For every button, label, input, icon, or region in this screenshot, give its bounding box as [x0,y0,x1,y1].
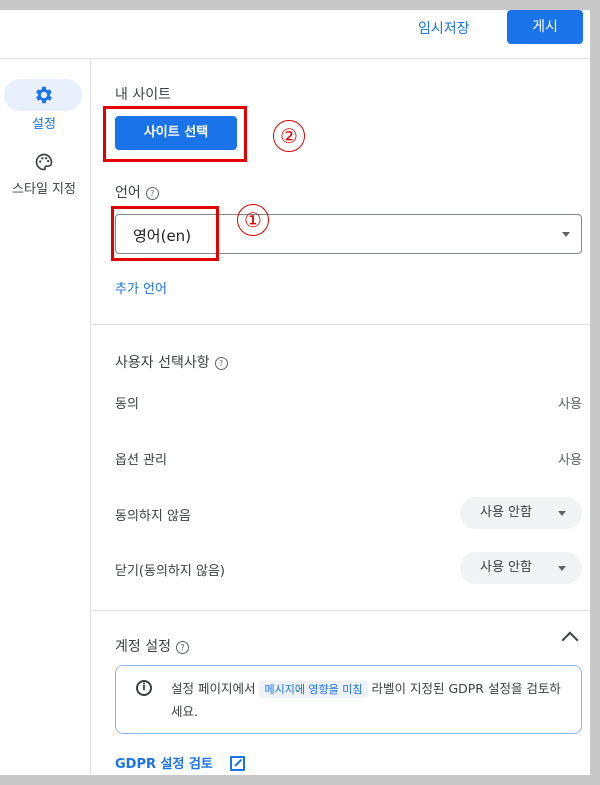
affects-messages-tag: 메시지에 영향을 미침 [259,681,368,698]
highlight-box-language [111,206,219,261]
account-settings-heading: 계정 설정? [115,636,189,656]
manage-options-row-label: 옵션 관리 [115,453,167,468]
divider [91,324,590,325]
side-rail: 설정 스타일 지정 [0,58,91,775]
do-not-consent-value: 사용 안함 [480,505,532,520]
rail-item-settings[interactable]: 설정 [0,58,88,138]
my-site-heading: 내 사이트 [115,87,171,103]
settings-panel: 임시저장 게시 설정 스타일 지정 내 사이트 사이트 선택 ② 언어 ? 영어… [0,10,590,775]
highlight-box-site [103,106,247,162]
info-icon: i [136,680,152,696]
do-not-consent-dropdown[interactable]: 사용 안함 [460,497,582,529]
help-icon[interactable]: ? [175,640,189,654]
rail-label-settings: 설정 [32,117,56,132]
manage-options-row-value: 사용 [558,453,582,468]
review-gdpr-settings-link[interactable]: GDPR 설정 검토 [115,753,213,772]
close-dropdown[interactable]: 사용 안함 [460,552,582,584]
publish-button[interactable]: 게시 [507,10,583,44]
palette-icon [0,152,88,176]
rail-label-styling: 스타일 지정 [12,182,76,197]
step-2-marker: ② [273,120,305,152]
dropdown-arrow-icon [558,566,566,571]
user-choices-heading-label: 사용자 선택사항 [115,355,210,371]
close-value: 사용 안함 [480,560,532,575]
dropdown-arrow-icon [562,232,570,237]
consent-row-label: 동의 [115,397,139,412]
additional-languages-link[interactable]: 추가 언어 [115,278,167,297]
gear-icon [0,84,88,110]
help-icon[interactable]: ? [214,356,228,370]
dropdown-arrow-icon [558,511,566,516]
do-not-consent-row-label: 동의하지 않음 [115,509,191,524]
notice-text-start: 설정 페이지에서 [171,681,260,696]
save-draft-button[interactable]: 임시저장 [418,14,470,44]
close-row-label: 닫기(동의하지 않음) [115,564,225,579]
collapse-chevron-icon[interactable] [561,631,579,649]
gdpr-notice: i 설정 페이지에서 메시지에 영향을 미침 라벨이 지정된 GDPR 설정을 … [115,665,582,734]
rail-item-styling[interactable]: 스타일 지정 [0,148,88,208]
consent-row-value: 사용 [558,397,582,412]
gdpr-notice-text: 설정 페이지에서 메시지에 영향을 미침 라벨이 지정된 GDPR 설정을 검토… [171,678,571,723]
step-1-marker: ① [237,204,269,236]
language-heading: 언어? [115,182,159,202]
account-settings-heading-label: 계정 설정 [115,639,171,655]
open-in-new-icon[interactable] [230,756,245,771]
top-bar: 임시저장 게시 [0,10,590,59]
divider [91,610,590,611]
language-heading-label: 언어 [115,185,141,201]
help-icon[interactable]: ? [145,186,159,200]
user-choices-heading: 사용자 선택사항? [115,352,228,372]
settings-content: 내 사이트 사이트 선택 ② 언어? 영어(en) ① 추가 언어 사용자 선택… [91,58,590,775]
